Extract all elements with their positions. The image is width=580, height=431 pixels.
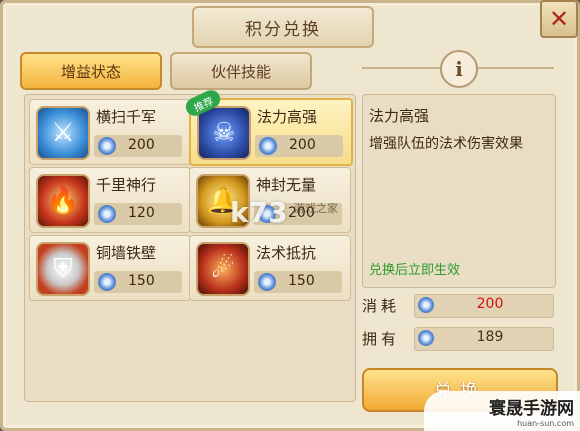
brand-url: huan-sun.com	[517, 419, 574, 428]
sword-sweep-icon: ⚔	[36, 106, 90, 160]
shield-icon: ⛨	[36, 242, 90, 296]
close-button[interactable]: ✕	[540, 0, 578, 38]
detail-title: 法力高强	[369, 107, 430, 125]
skill-name: 法术抵抗	[256, 244, 317, 262]
title-text: 积分兑换	[245, 19, 321, 40]
tab-label: 增益状态	[60, 62, 121, 81]
skill-grid: ⚔ 横扫千军 200 ☠ 推荐 法力高强 200 🔥 千里神行 120 🔔 神封…	[24, 87, 356, 402]
info-icon[interactable]: i	[440, 50, 478, 88]
skill-name: 法力高强	[257, 108, 318, 126]
info-header: i	[362, 50, 554, 88]
point-coin-icon	[98, 273, 116, 291]
point-coin-icon	[98, 137, 116, 155]
skill-cost: 120	[128, 205, 155, 221]
skill-detail-panel: 法力高强 增强队伍的法术伤害效果 兑换后立即生效	[362, 94, 556, 288]
tab-label: 伙伴技能	[210, 62, 271, 81]
info-glyph: i	[455, 57, 463, 81]
skill-card[interactable]: 🔥 千里神行 120	[29, 167, 191, 233]
skull-mana-icon: ☠	[197, 106, 251, 160]
skill-name: 神封无量	[256, 176, 317, 194]
skill-card[interactable]: ⚔ 横扫千军 200	[29, 99, 191, 165]
close-icon: ✕	[548, 5, 570, 33]
detail-note: 兑换后立即生效	[369, 263, 461, 278]
skill-card-selected[interactable]: ☠ 推荐 法力高强 200	[182, 87, 353, 166]
brand-watermark: 寰晟手游网 huan-sun.com	[424, 391, 580, 431]
cost-row: 消耗 200	[362, 293, 554, 318]
point-coin-icon	[259, 137, 277, 155]
phoenix-icon: 🔥	[36, 174, 90, 228]
skill-card[interactable]: ☄ 法术抵抗 150	[189, 235, 351, 301]
k73-watermark: k73	[230, 196, 288, 229]
skill-name: 铜墙铁壁	[96, 244, 157, 262]
skill-cost: 200	[128, 137, 155, 153]
point-coin-icon	[418, 297, 434, 313]
skill-name: 横扫千军	[96, 108, 157, 126]
dialog-title: 积分兑换	[192, 6, 374, 48]
owned-value: 189	[476, 329, 504, 345]
tab-buff-status[interactable]: 增益状态	[20, 52, 162, 90]
detail-description: 增强队伍的法术伤害效果	[369, 136, 523, 152]
point-coin-icon	[98, 205, 116, 223]
skill-cost: 150	[288, 273, 315, 289]
brand-name: 寰晟手游网	[489, 399, 574, 419]
skill-cost: 150	[128, 273, 155, 289]
skill-cost: 200	[289, 137, 316, 153]
point-coin-icon	[258, 273, 276, 291]
fire-spirit-icon: ☄	[196, 242, 250, 296]
skill-name: 千里神行	[96, 176, 157, 194]
tab-partner-skills[interactable]: 伙伴技能	[170, 52, 312, 90]
k73-watermark-sub: 游戏之家	[294, 202, 338, 215]
owned-label: 拥有	[362, 330, 401, 348]
cost-value: 200	[476, 296, 504, 312]
point-coin-icon	[418, 330, 434, 346]
owned-row: 拥有 189	[362, 326, 554, 351]
cost-label: 消耗	[362, 297, 401, 315]
skill-card[interactable]: ⛨ 铜墙铁壁 150	[29, 235, 191, 301]
